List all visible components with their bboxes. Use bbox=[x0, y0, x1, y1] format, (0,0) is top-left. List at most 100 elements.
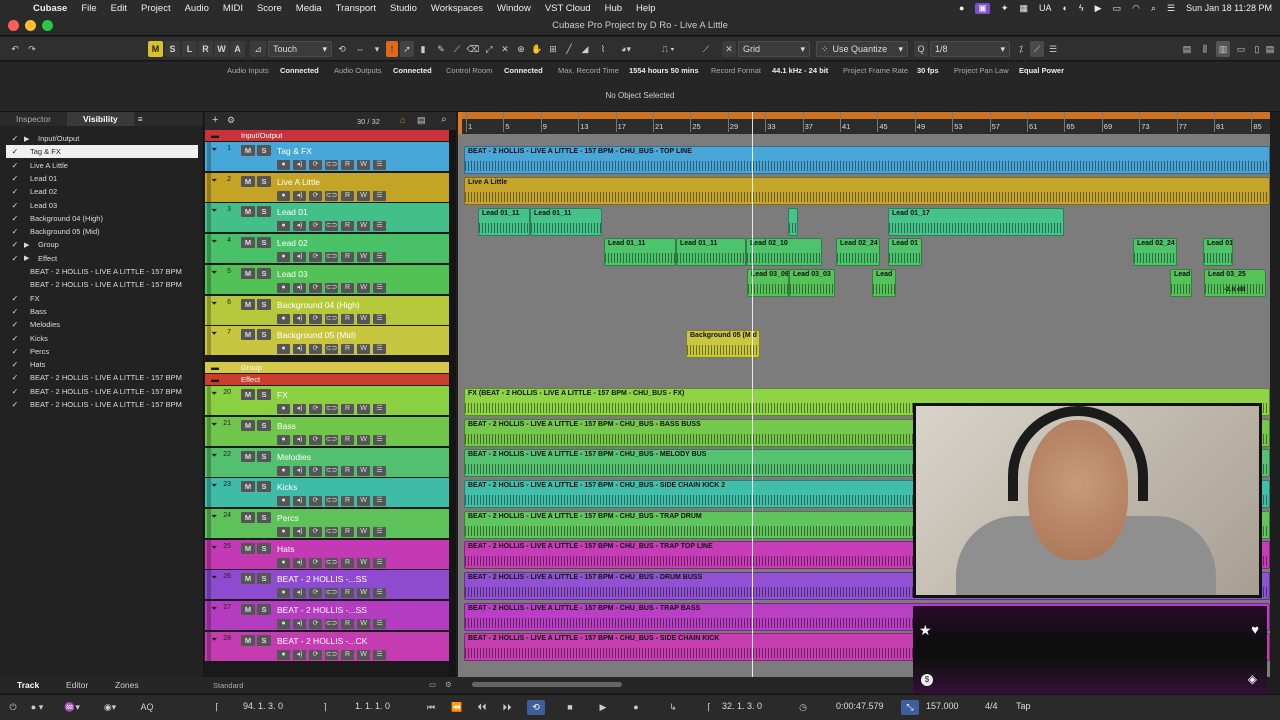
audio-event[interactable]: Lead 01_11 bbox=[604, 238, 676, 266]
audio-event[interactable]: Lead 01_11 bbox=[478, 208, 530, 236]
read-button[interactable]: R bbox=[341, 466, 354, 476]
edit-channel-button[interactable]: ⟳ bbox=[309, 283, 322, 293]
bolt-icon[interactable]: ϟ bbox=[1079, 3, 1084, 13]
auto-quantize-icon[interactable]: AQ bbox=[138, 700, 156, 715]
track-menu-button[interactable]: ☰ bbox=[373, 650, 386, 660]
folder-icon[interactable]: ▬ bbox=[211, 374, 219, 385]
mute-button[interactable]: M bbox=[241, 176, 255, 187]
expand-triangle-icon[interactable]: ▶ bbox=[24, 254, 38, 262]
solo-button[interactable]: S bbox=[257, 420, 271, 431]
tab-track[interactable]: Track bbox=[17, 680, 39, 690]
monitor-button[interactable]: ◂) bbox=[293, 314, 306, 324]
visibility-item[interactable]: ✓ Live A Little bbox=[6, 159, 198, 172]
track-name[interactable]: Tag & FX bbox=[277, 146, 312, 156]
solo-button[interactable]: S bbox=[257, 512, 271, 523]
event-lane[interactable]: Lead 01_11 Lead 01_11 Lead 01_17 bbox=[458, 208, 1270, 238]
mixer-icon[interactable]: ⫼ bbox=[1198, 41, 1212, 57]
visibility-item[interactable]: ✓ BEAT - 2 HOLLIS - LIVE A LITTLE - 157 B… bbox=[6, 371, 198, 384]
input-language[interactable]: UA bbox=[1039, 3, 1052, 13]
solo-button[interactable]: S bbox=[257, 573, 271, 584]
link-button[interactable]: ⊂⊃ bbox=[325, 558, 338, 568]
punch-in-icon[interactable]: ↳ bbox=[664, 700, 682, 715]
nudge-icon[interactable]: ⎍ ▾ bbox=[648, 41, 688, 57]
snap-on-icon[interactable]: ⟋ bbox=[698, 41, 714, 57]
visibility-item[interactable]: ✓ ▶ Input/Output bbox=[6, 132, 198, 145]
iterative-quantize-icon[interactable]: ⁒ bbox=[1014, 41, 1028, 57]
track-row[interactable]: 28 ⏷ M S BEAT - 2 HOLLIS -...CK ● ◂) ⟳ ⊂⊃ R W ☰ bbox=[205, 632, 449, 662]
expand-triangle-icon[interactable]: ▶ bbox=[24, 135, 38, 143]
read-button[interactable]: R bbox=[341, 314, 354, 324]
record-enable-button[interactable]: ● bbox=[277, 558, 290, 568]
search-icon[interactable]: ⌕ bbox=[1151, 3, 1156, 14]
track-row[interactable]: 24 ⏷ M S Percs ● ◂) ⟳ ⊂⊃ R W ☰ bbox=[205, 509, 449, 539]
audio-event[interactable]: Lead 01 bbox=[888, 238, 922, 266]
mute-button[interactable]: M bbox=[241, 299, 255, 310]
record-enable-button[interactable]: ● bbox=[277, 314, 290, 324]
tool-zoom-icon[interactable]: ⤢ bbox=[482, 41, 496, 57]
edit-channel-button[interactable]: ⟳ bbox=[309, 619, 322, 629]
autoscroll-icon[interactable]: ⟲ bbox=[336, 41, 348, 57]
visibility-item[interactable]: ✓ Kicks bbox=[6, 332, 198, 345]
link-button[interactable]: ⊂⊃ bbox=[325, 496, 338, 506]
audio-event[interactable]: Lead bbox=[1170, 269, 1192, 297]
audio-event[interactable]: BEAT - 2 HOLLIS - LIVE A LITTLE - 157 BP… bbox=[464, 146, 1270, 174]
track-name[interactable]: Live A Little bbox=[277, 177, 320, 187]
visibility-menu-icon[interactable]: ≡ bbox=[134, 114, 147, 124]
visibility-checkmark-icon[interactable]: ✓ bbox=[6, 334, 24, 343]
monitor-button[interactable]: ◂) bbox=[293, 650, 306, 660]
track-name[interactable]: FX bbox=[277, 390, 288, 400]
mute-button[interactable]: M bbox=[241, 573, 255, 584]
track-name[interactable]: BEAT - 2 HOLLIS -...SS bbox=[277, 574, 367, 584]
menu-clock[interactable]: Sun Jan 18 11:28 PM bbox=[1186, 3, 1272, 13]
left-locator-value[interactable]: 94. 1. 3. 0 bbox=[243, 701, 283, 711]
track-menu-button[interactable]: ☰ bbox=[373, 160, 386, 170]
write-button[interactable]: W bbox=[357, 466, 370, 476]
monitor-button[interactable]: ◂) bbox=[293, 527, 306, 537]
pan-tool-icon[interactable]: ⇔ bbox=[350, 41, 370, 57]
track-name[interactable]: Hats bbox=[277, 544, 294, 554]
track-menu-button[interactable]: ☰ bbox=[373, 283, 386, 293]
link-button[interactable]: ⊂⊃ bbox=[325, 619, 338, 629]
lower-zone-icon[interactable]: ▭ bbox=[1234, 41, 1248, 57]
tab-inspector[interactable]: Inspector bbox=[0, 114, 67, 124]
track-name[interactable]: BEAT - 2 HOLLIS -...SS bbox=[277, 605, 367, 615]
audio-event[interactable] bbox=[788, 208, 798, 236]
monitor-button[interactable]: ◂) bbox=[293, 404, 306, 414]
audio-event[interactable]: Lead 03_03 bbox=[789, 269, 835, 297]
write-button[interactable]: W bbox=[357, 588, 370, 598]
track-row[interactable]: 4 ⏷ M S Lead 02 ● ◂) ⟳ ⊂⊃ R W ☰ bbox=[205, 234, 449, 264]
lock-icon[interactable]: ⌂ bbox=[400, 115, 405, 125]
visibility-checkmark-icon[interactable]: ✓ bbox=[6, 360, 24, 369]
monitor-button[interactable]: ◂) bbox=[293, 558, 306, 568]
write-button[interactable]: W bbox=[357, 404, 370, 414]
activate-button[interactable]: A bbox=[230, 41, 245, 57]
tempo-track-icon[interactable]: ⤡ bbox=[901, 700, 919, 715]
time-display-icon[interactable]: ◷ bbox=[794, 700, 812, 715]
track-menu-button[interactable]: ☰ bbox=[373, 191, 386, 201]
read-button[interactable]: R bbox=[341, 160, 354, 170]
event-lane[interactable]: Lead 01_11 Lead 01_11 Lead 02_10 Lead 02_24… bbox=[458, 238, 1270, 268]
track-name[interactable]: BEAT - 2 HOLLIS -...CK bbox=[277, 636, 367, 646]
record-enable-button[interactable]: ● bbox=[277, 221, 290, 231]
read-button[interactable]: R bbox=[341, 435, 354, 445]
solo-button[interactable]: S bbox=[257, 451, 271, 462]
write-button[interactable]: W bbox=[357, 496, 370, 506]
position-bars-value[interactable]: 32. 1. 3. 0 bbox=[722, 701, 762, 711]
edit-channel-button[interactable]: ⟳ bbox=[309, 558, 322, 568]
timeline-ruler[interactable]: 1 5 9 13 17 21 25 29 33 37 41 45 49 53 57 61 65 69 73 77 81 8… bbox=[458, 112, 1270, 134]
quantize-mode-select[interactable]: ⁘ Use Quantize ▾ bbox=[816, 41, 908, 57]
visibility-item[interactable]: ✓ Lead 03 bbox=[6, 199, 198, 212]
visibility-checkmark-icon[interactable]: ✓ bbox=[6, 147, 24, 156]
visibility-item[interactable]: ✓ Lead 01 bbox=[6, 172, 198, 185]
link-button[interactable]: ⊂⊃ bbox=[325, 435, 338, 445]
write-button[interactable]: W bbox=[357, 650, 370, 660]
edit-channel-button[interactable]: ⟳ bbox=[309, 404, 322, 414]
read-button[interactable]: R bbox=[341, 650, 354, 660]
link-button[interactable]: ⊂⊃ bbox=[325, 527, 338, 537]
mute-button[interactable]: M bbox=[241, 451, 255, 462]
play-icon[interactable]: ▶ bbox=[594, 700, 612, 715]
write-button[interactable]: W bbox=[357, 191, 370, 201]
event-lane[interactable]: Lead 03_09 Lead 03_03 Lead Lead Lead 03_25 bbox=[458, 269, 1270, 299]
right-locator-icon[interactable]: ⌉ bbox=[316, 700, 334, 715]
visibility-checkmark-icon[interactable]: ✓ bbox=[6, 227, 24, 236]
